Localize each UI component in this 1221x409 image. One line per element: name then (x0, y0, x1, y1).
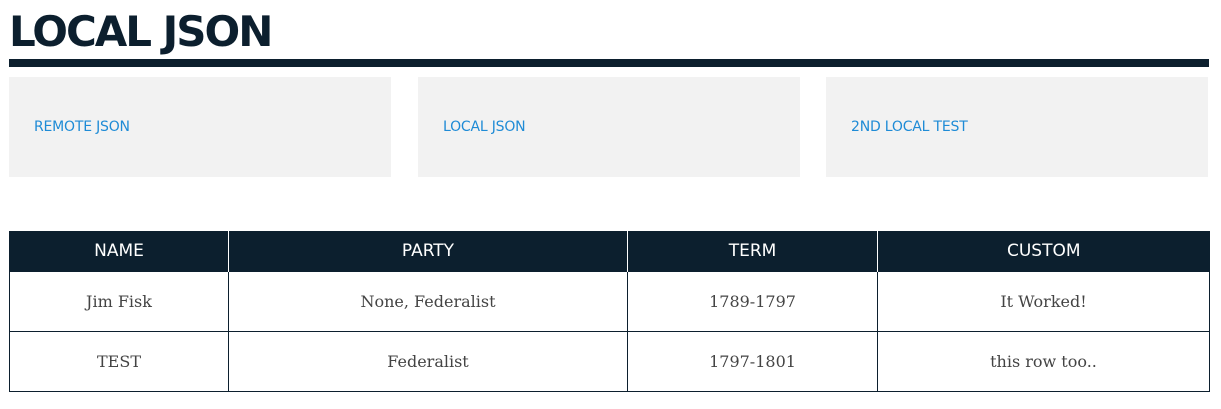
nav-link-local-json[interactable]: LOCAL JSON (443, 119, 526, 135)
nav-card-remote-json[interactable]: REMOTE JSON (9, 77, 391, 177)
title-divider (9, 59, 1209, 67)
column-header-party: PARTY (228, 231, 628, 272)
cell-custom: It Worked! (877, 271, 1210, 332)
table-row: TEST Federalist 1797-1801 this row too.. (9, 331, 1210, 392)
cell-party: None, Federalist (228, 271, 628, 332)
table-header-row: NAME PARTY TERM CUSTOM (9, 231, 1210, 272)
cell-party: Federalist (228, 331, 628, 392)
column-header-name: NAME (9, 231, 229, 272)
table-row: Jim Fisk None, Federalist 1789-1797 It W… (9, 271, 1210, 332)
presidents-table: NAME PARTY TERM CUSTOM Jim Fisk None, Fe… (9, 231, 1210, 392)
cell-term: 1789-1797 (627, 271, 878, 332)
page-title: LOCAL JSON (9, 7, 273, 56)
column-header-term: TERM (627, 231, 878, 272)
nav-link-remote-json[interactable]: REMOTE JSON (34, 119, 130, 135)
nav-link-2nd-local-test[interactable]: 2ND LOCAL TEST (851, 119, 968, 135)
column-header-custom: CUSTOM (877, 231, 1210, 272)
cell-name: Jim Fisk (9, 271, 229, 332)
nav-cards: REMOTE JSON LOCAL JSON 2ND LOCAL TEST (9, 77, 1209, 177)
nav-card-2nd-local-test[interactable]: 2ND LOCAL TEST (826, 77, 1208, 177)
nav-card-local-json[interactable]: LOCAL JSON (418, 77, 800, 177)
cell-name: TEST (9, 331, 229, 392)
cell-custom: this row too.. (877, 331, 1210, 392)
cell-term: 1797-1801 (627, 331, 878, 392)
